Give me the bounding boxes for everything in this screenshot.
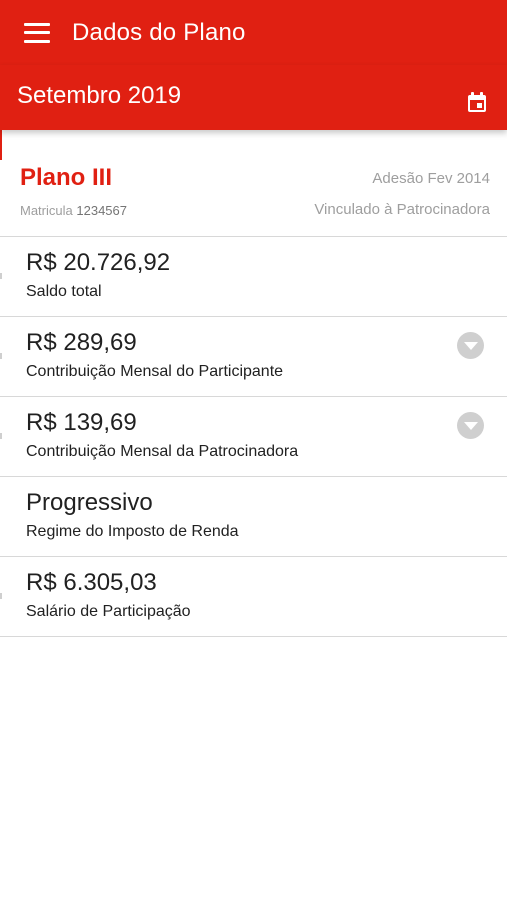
- app-bar: Dados do Plano: [0, 0, 507, 65]
- item-label: Contribuição Mensal do Participante: [26, 363, 284, 380]
- list-item-contribuicao-participante[interactable]: R$ 289,69 Contribuição Mensal do Partici…: [0, 317, 507, 397]
- plan-summary: Plano III Adesão Fev 2014 Matricula 1234…: [0, 130, 507, 237]
- app-screen: Dados do Plano Setembro 2019 Plano III A…: [0, 0, 507, 900]
- vinculo-status: Vinculado à Patrocinadora: [314, 201, 490, 218]
- item-value: R$ 6.305,03: [26, 569, 157, 596]
- chevron-down-icon[interactable]: [457, 412, 484, 439]
- item-value: R$ 20.726,92: [26, 249, 171, 276]
- list-item-regime-ir: Progressivo Regime do Imposto de Renda: [0, 477, 507, 557]
- period-bar: Setembro 2019: [0, 65, 507, 130]
- item-value: R$ 139,69: [26, 409, 137, 436]
- chevron-down-icon[interactable]: [457, 332, 484, 359]
- item-label: Contribuição Mensal da Patrocinadora: [26, 443, 299, 460]
- hamburger-menu-icon[interactable]: [24, 22, 50, 43]
- period-label: Setembro 2019: [17, 81, 182, 109]
- accent-bar: [0, 130, 2, 160]
- list-item-salario-participacao: R$ 6.305,03 Salário de Participação: [0, 557, 507, 637]
- item-label: Saldo total: [26, 283, 102, 300]
- item-value: Progressivo: [26, 489, 153, 516]
- edge-marker: [0, 593, 2, 599]
- item-label: Salário de Participação: [26, 603, 191, 620]
- matricula-value: 1234567: [76, 203, 127, 218]
- item-label: Regime do Imposto de Renda: [26, 523, 239, 540]
- edge-marker: [0, 353, 2, 359]
- page-title: Dados do Plano: [72, 18, 246, 46]
- adesao-date: Adesão Fev 2014: [372, 170, 490, 187]
- edge-marker: [0, 433, 2, 439]
- calendar-icon[interactable]: [465, 90, 489, 114]
- matricula-label: Matricula: [20, 203, 73, 218]
- plan-name: Plano III: [20, 164, 113, 191]
- item-value: R$ 289,69: [26, 329, 137, 356]
- list-item-contribuicao-patrocinadora[interactable]: R$ 139,69 Contribuição Mensal da Patroci…: [0, 397, 507, 477]
- edge-marker: [0, 273, 2, 279]
- matricula: Matricula 1234567: [20, 203, 127, 218]
- list-item-saldo-total: R$ 20.726,92 Saldo total: [0, 237, 507, 317]
